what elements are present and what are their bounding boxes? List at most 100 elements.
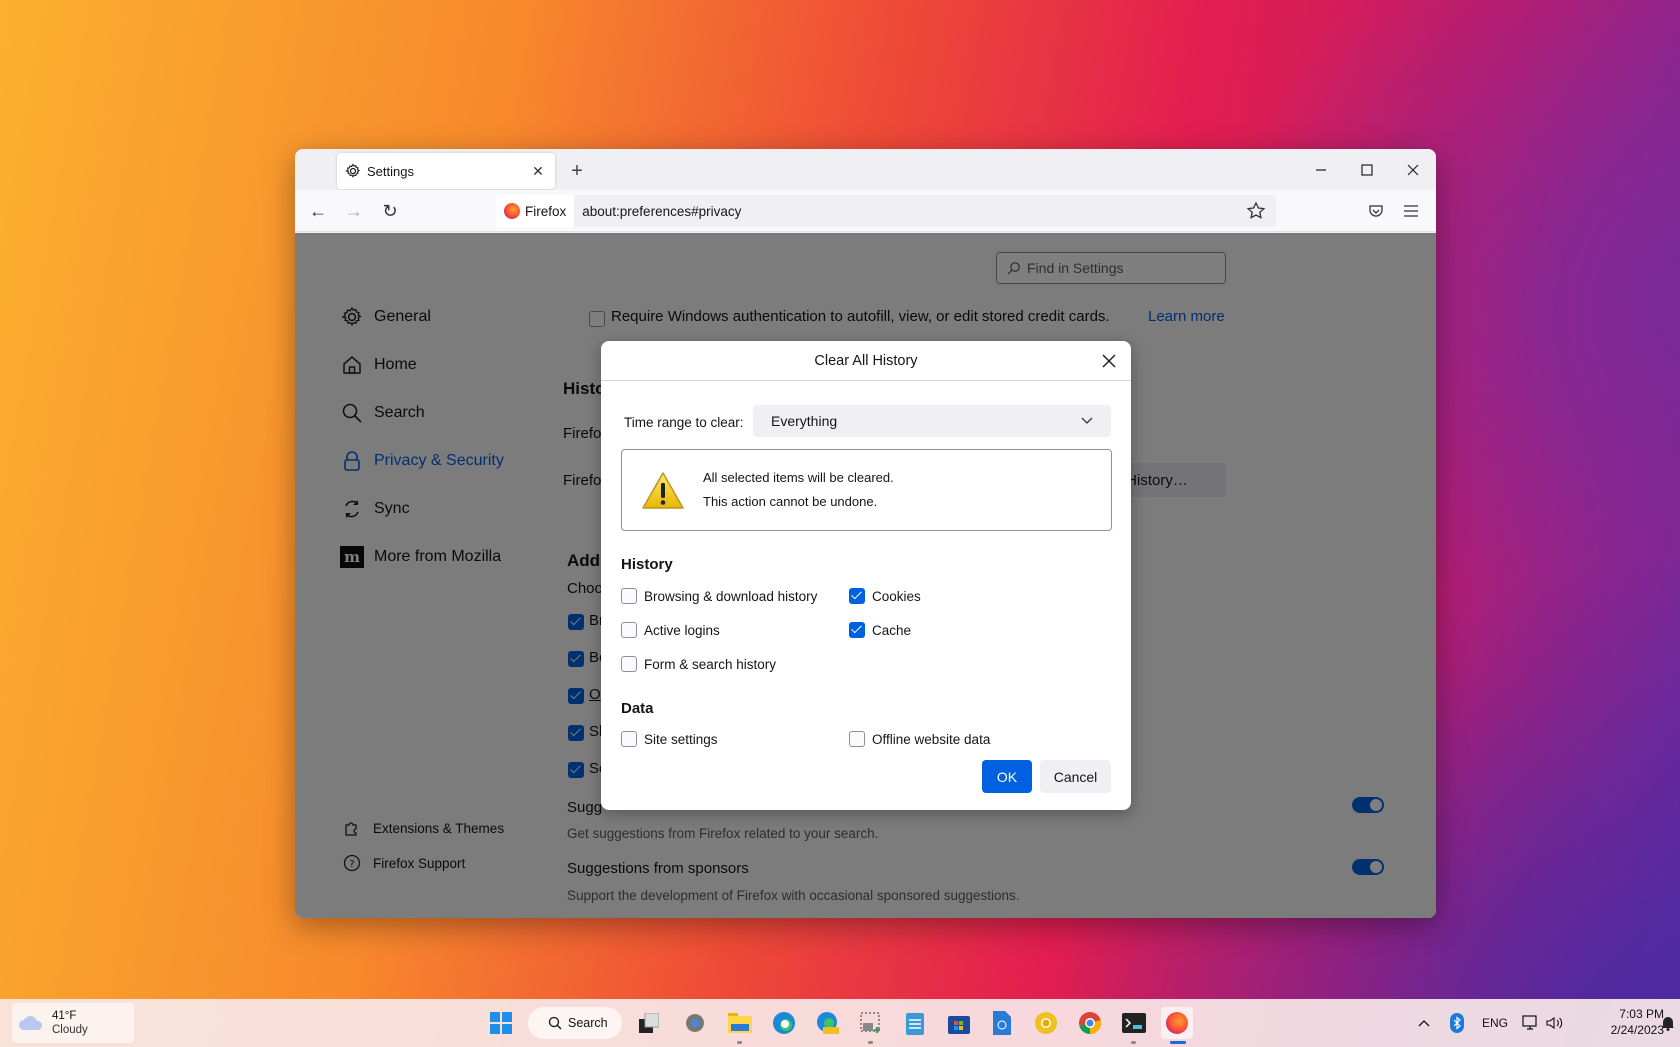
bluetooth-tray-icon[interactable] [1450,999,1464,1047]
option-offline-website-data[interactable]: Offline website data [849,731,990,747]
close-icon[interactable] [1099,351,1119,371]
warning-box: All selected items will be cleared. This… [621,449,1112,531]
option-site-settings[interactable]: Site settings [621,731,718,747]
checkbox[interactable] [621,622,637,638]
close-icon [1407,164,1419,175]
option-label: Form & search history [644,656,777,672]
task-view-icon [639,1013,659,1033]
warning-line-1: All selected items will be cleared. [703,470,894,485]
checkbox[interactable] [621,731,637,747]
checkbox[interactable] [621,588,637,604]
tab-settings[interactable]: Settings ✕ [337,153,555,189]
taskbar-app-terminal[interactable] [1118,1007,1150,1039]
pocket-button[interactable] [1362,197,1390,225]
chevron-up-icon [1418,1020,1430,1027]
notifications-button[interactable] [1661,999,1675,1047]
language-indicator[interactable]: ENG [1482,999,1508,1047]
bell-snooze-icon [1662,1017,1674,1031]
start-button[interactable] [485,1007,517,1039]
minimize-button[interactable] [1298,149,1344,190]
taskbar-app-file-explorer[interactable] [724,1007,756,1039]
folder-icon [728,1013,752,1033]
reload-icon: ↻ [382,200,398,221]
search-icon [548,1016,562,1030]
language-label: ENG [1482,1016,1509,1030]
taskbar-app-settings[interactable] [679,1007,711,1039]
taskbar-search[interactable]: Search [528,1007,622,1039]
url-text[interactable]: about:preferences#privacy [582,204,741,219]
snipping-tool-icon [860,1012,880,1033]
task-view-button[interactable] [633,1007,665,1039]
option-form-search-history[interactable]: Form & search history [621,656,776,672]
web-file-icon [993,1011,1011,1035]
taskbar-app-edge-file[interactable] [986,1007,1018,1039]
firefox-logo-icon [504,203,520,219]
option-label: Active logins [644,622,720,638]
checkbox[interactable] [849,622,865,638]
cloud-icon [19,1016,43,1030]
dialog-title: Clear All History [601,341,1131,381]
ok-button[interactable]: OK [982,760,1032,793]
checkbox[interactable] [849,588,865,604]
pocket-icon [1369,205,1383,217]
taskbar-app-edge-canary[interactable] [811,1007,843,1039]
taskbar-app-chrome[interactable] [1074,1007,1106,1039]
tab-title: Settings [367,163,414,179]
taskbar-clock[interactable]: 7:03 PM 2/24/2023 [1572,1006,1664,1038]
taskbar-app-store[interactable] [943,1007,975,1039]
menu-button[interactable] [1397,197,1425,225]
reload-button[interactable]: ↻ [376,197,404,225]
weather-temp: 41°F [52,1010,77,1022]
option-active-logins[interactable]: Active logins [621,622,720,638]
new-tab-button[interactable]: + [563,157,591,185]
checkbox[interactable] [621,656,637,672]
gear-icon [345,163,361,178]
windows-logo-icon [490,1012,512,1034]
taskbar-app-firefox[interactable] [1161,1007,1193,1039]
firefox-logo-icon [1166,1012,1188,1034]
clock-time: 7:03 PM [1619,1007,1664,1021]
bookmark-star-icon[interactable] [1246,201,1266,221]
notepad-icon [906,1013,924,1035]
edge-canary-icon [817,1012,839,1034]
time-range-label: Time range to clear: [624,415,744,430]
forward-arrow-icon: → [345,200,363,221]
checkbox[interactable] [849,731,865,747]
option-label: Cache [872,622,912,638]
back-arrow-icon: ← [309,200,327,221]
time-range-select[interactable]: Everything [753,405,1111,437]
weather-widget[interactable]: 41°F Cloudy [12,1003,134,1043]
identity-box[interactable]: Firefox [496,195,575,227]
taskbar: 41°F Cloudy Search ENG 7:03 PM 2/24/2023 [0,999,1680,1047]
close-tab-icon[interactable]: ✕ [529,163,547,180]
taskbar-app-chrome-canary[interactable] [1030,1007,1062,1039]
settings-gear-icon [686,1014,704,1032]
option-cache[interactable]: Cache [849,622,911,638]
identity-label: Firefox [525,203,567,219]
taskbar-app-edge[interactable] [768,1007,800,1039]
volume-tray-icon[interactable] [1546,999,1564,1047]
network-tray-icon[interactable] [1522,999,1540,1047]
nav-bar: ← → ↻ Firefox about:preferences#privacy [295,190,1436,232]
weather-desc: Cloudy [52,1024,88,1036]
running-indicator [1131,1041,1136,1044]
close-window-button[interactable] [1390,149,1436,190]
taskbar-app-notepad[interactable] [899,1007,931,1039]
taskbar-search-label: Search [568,1016,608,1030]
forward-button[interactable]: → [340,197,368,225]
back-button[interactable]: ← [304,197,332,225]
terminal-icon [1122,1013,1146,1033]
volume-icon [1546,1016,1563,1030]
option-label: Site settings [644,731,718,747]
option-cookies[interactable]: Cookies [849,588,921,604]
maximize-button[interactable] [1344,149,1390,190]
option-browsing-download-history[interactable]: Browsing & download history [621,588,817,604]
tray-overflow-button[interactable] [1418,999,1430,1047]
hamburger-menu-icon [1404,205,1418,217]
clear-history-dialog: Clear All History Time range to clear: E… [601,341,1131,810]
cancel-button[interactable]: Cancel [1040,760,1111,793]
running-indicator [737,1041,742,1044]
history-section-heading: History [621,556,673,573]
taskbar-app-snipping-tool[interactable] [855,1007,887,1039]
url-bar[interactable]: Firefox about:preferences#privacy [496,195,1276,227]
